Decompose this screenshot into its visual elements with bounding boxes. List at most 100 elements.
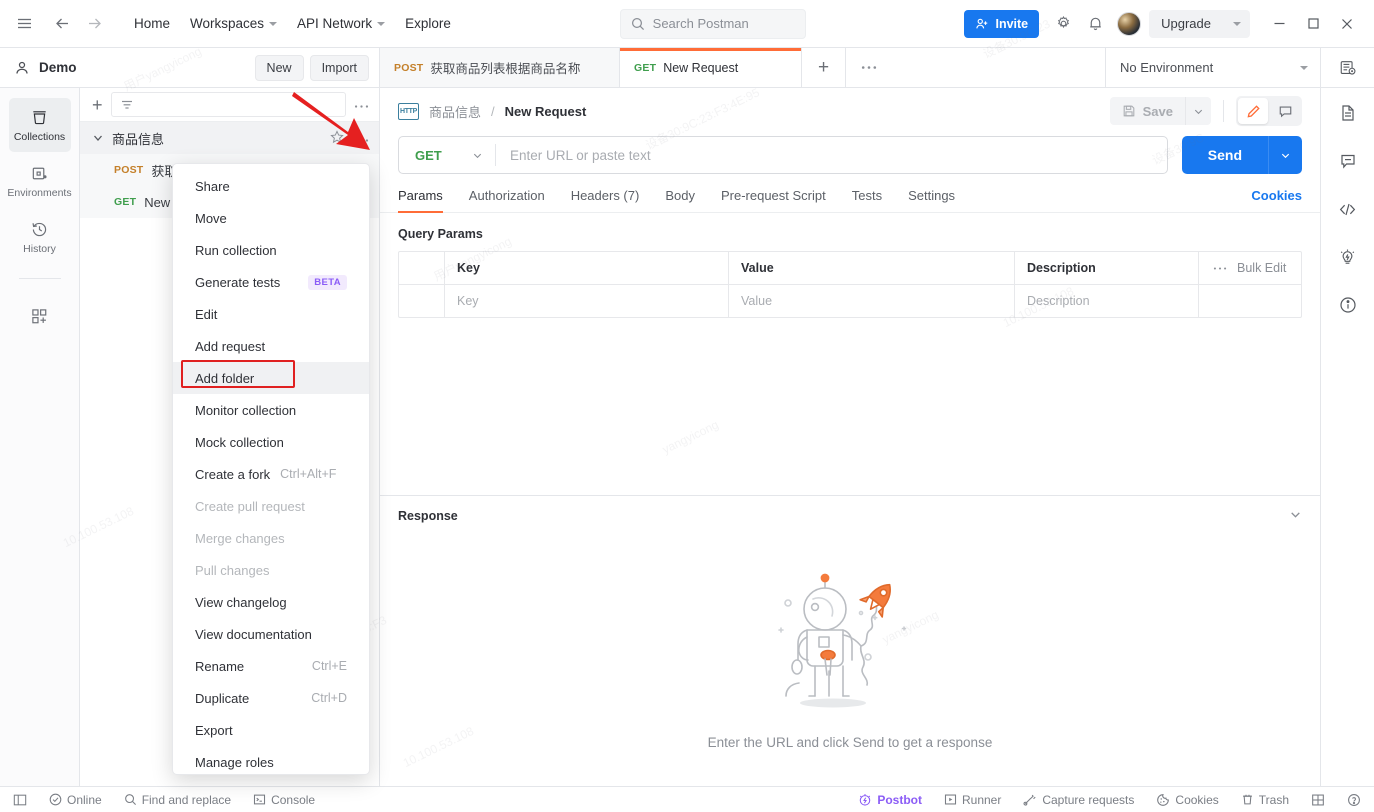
tab-body[interactable]: Body [665,188,695,212]
breadcrumb-separator: / [491,103,495,119]
sidebar-item-add-apps[interactable] [9,289,71,343]
cell-value[interactable]: Value [729,285,1015,317]
url-input[interactable] [496,137,1167,173]
menu-item-mock-collection[interactable]: Mock collection [173,426,369,458]
tab-pre-request-script[interactable]: Pre-request Script [721,188,826,212]
collections-more-button[interactable] [354,97,369,112]
menu-item-rename[interactable]: Rename Ctrl+E [173,650,369,682]
forward-icon[interactable] [78,8,110,40]
nav-home[interactable]: Home [124,10,180,37]
context-menu-scroll[interactable]: Share Move Run collection Generate tests… [173,164,369,774]
bulk-edit-button[interactable]: Bulk Edit [1199,252,1301,284]
maximize-button[interactable] [1296,7,1330,41]
add-collection-button[interactable]: + [92,96,103,114]
menu-item-add-folder[interactable]: Add folder [173,362,369,394]
star-icon[interactable] [330,129,344,147]
collection-name: 商品信息 [112,131,165,147]
menu-item-edit[interactable]: Edit [173,298,369,330]
astronaut-rocket-illustration [778,573,907,707]
menu-item-export[interactable]: Export [173,714,369,746]
menu-item-move[interactable]: Move [173,202,369,234]
breadcrumb-collection[interactable]: 商品信息 [429,102,481,121]
console-button[interactable]: Console [250,793,318,807]
info-icon[interactable] [1331,290,1365,320]
code-snippet-icon[interactable] [1331,194,1365,224]
find-and-replace-button[interactable]: Find and replace [121,793,234,807]
menu-item-view-documentation[interactable]: View documentation [173,618,369,650]
edit-pencil-button[interactable] [1238,98,1268,124]
nav-api-network[interactable]: API Network [287,10,395,37]
menu-item-share[interactable]: Share [173,170,369,202]
layout-icon [1312,794,1324,805]
cookies-link[interactable]: Cookies [1251,188,1302,212]
menu-item-run-collection[interactable]: Run collection [173,234,369,266]
bell-icon[interactable] [1079,8,1111,40]
collection-row[interactable]: 商品信息 [80,122,379,154]
tab-more-button[interactable] [846,48,892,87]
back-icon[interactable] [46,8,78,40]
collection-more-icon[interactable] [354,131,369,146]
query-params-table: Key Value Description Bulk Edit Key Valu… [398,251,1302,318]
documentation-icon[interactable] [1331,98,1365,128]
search-input[interactable]: Search Postman [619,8,806,39]
new-button[interactable]: New [254,54,304,81]
tab-tests[interactable]: Tests [852,188,882,212]
response-collapse-icon[interactable] [1289,508,1302,524]
environment-quick-look-icon[interactable] [1320,48,1374,87]
sidebar-toggle-button[interactable] [10,793,30,807]
row-checkbox-cell[interactable] [399,285,445,317]
send-button[interactable]: Send [1181,136,1268,174]
save-button[interactable]: Save [1110,97,1185,125]
response-header: Response [380,496,1320,534]
menu-item-monitor-collection[interactable]: Monitor collection [173,394,369,426]
request-tab-0[interactable]: POST 获取商品列表根据商品名称 [380,48,620,87]
menu-item-view-changelog[interactable]: View changelog [173,586,369,618]
import-button[interactable]: Import [309,54,369,81]
postbot-bulb-icon[interactable] [1331,242,1365,272]
tab-headers[interactable]: Headers (7) [571,188,640,212]
collections-filter-input[interactable] [110,92,346,117]
nav-explore[interactable]: Explore [395,10,461,37]
save-dropdown-button[interactable] [1185,97,1211,125]
comment-button[interactable] [1270,98,1300,124]
runner-button[interactable]: Runner [941,793,1004,807]
tab-authorization[interactable]: Authorization [469,188,545,212]
layout-button[interactable] [1308,793,1328,807]
menu-icon[interactable] [8,8,40,40]
close-button[interactable] [1330,7,1364,41]
menu-item-manage-roles[interactable]: Manage roles [173,746,369,774]
save-group: Save [1109,97,1211,125]
environment-selector[interactable]: No Environment [1105,48,1320,87]
method-selector[interactable]: GET [399,137,495,173]
filter-icon [121,100,132,109]
select-all-cell[interactable] [399,252,445,284]
cell-description[interactable]: Description [1015,285,1199,317]
menu-item-create-a-fork[interactable]: Create a fork Ctrl+Alt+F [173,458,369,490]
menu-item-generate-tests[interactable]: Generate tests BETA [173,266,369,298]
send-dropdown-button[interactable] [1268,136,1302,174]
postbot-button[interactable]: Postbot [855,793,925,807]
menu-item-add-request[interactable]: Add request [173,330,369,362]
sidebar-item-environments[interactable]: Environments [7,154,72,208]
new-tab-button[interactable]: + [802,48,846,87]
gear-icon[interactable] [1047,8,1079,40]
minimize-button[interactable] [1262,7,1296,41]
upgrade-button[interactable]: Upgrade [1149,9,1250,38]
status-online[interactable]: Online [46,793,105,807]
cell-key[interactable]: Key [445,285,729,317]
sidebar-item-collections[interactable]: Collections [8,98,71,152]
tab-settings[interactable]: Settings [908,188,955,212]
cookies-button[interactable]: Cookies [1153,793,1221,807]
sidebar-item-history[interactable]: History [9,210,71,264]
help-button[interactable] [1344,793,1364,807]
tab-params[interactable]: Params [398,188,443,213]
menu-item-duplicate[interactable]: Duplicate Ctrl+D [173,682,369,714]
nav-workspaces[interactable]: Workspaces [180,10,287,37]
request-tab-1[interactable]: GET New Request [620,48,802,87]
invite-button[interactable]: Invite [964,9,1040,38]
capture-requests-button[interactable]: Capture requests [1020,793,1137,807]
workspace-name[interactable]: Demo [14,60,77,76]
trash-button[interactable]: Trash [1238,793,1292,807]
comments-icon[interactable] [1331,146,1365,176]
avatar[interactable] [1117,11,1142,36]
